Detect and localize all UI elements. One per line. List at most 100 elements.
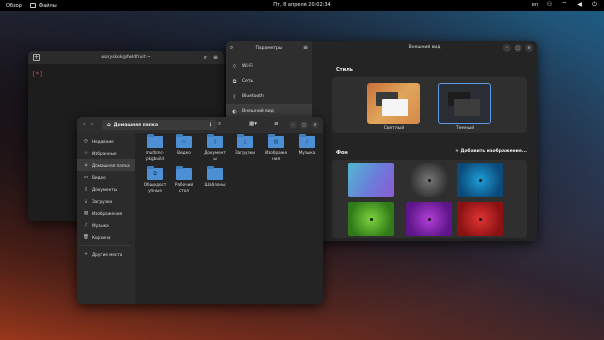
dark-style-option[interactable] — [438, 83, 491, 124]
search-icon[interactable]: ⌕ — [218, 121, 221, 128]
sidebar-item-other-places[interactable]: + Другие места — [77, 248, 135, 260]
plus-icon: + — [84, 251, 88, 257]
wallpaper-option[interactable] — [406, 202, 452, 236]
folder-name: Изображе ния — [264, 150, 288, 161]
menu-icon[interactable]: ≡ — [303, 44, 308, 51]
sidebar-item-trash[interactable]: 🗑 Корзина — [77, 231, 135, 243]
templates-folder-icon — [207, 166, 223, 180]
sidebar-item-music[interactable]: ♪ Музыка — [77, 219, 135, 231]
folder-item[interactable]: ▨ Изображе ния — [262, 134, 290, 161]
sidebar-item-recent[interactable]: ◷ Недавние — [77, 135, 135, 147]
back-button[interactable]: ‹ — [83, 121, 85, 128]
settings-item-wifi[interactable]: ⌔ Wi-Fi — [226, 59, 312, 74]
wallpaper-option[interactable] — [457, 202, 503, 236]
settings-item-label: Сеть — [242, 79, 254, 84]
close-button[interactable]: ✕ — [525, 44, 533, 52]
view-options-icon[interactable]: ▦▾ — [249, 121, 257, 127]
desktop-folder-icon — [176, 166, 192, 180]
network-icon[interactable]: ⌔ — [561, 1, 568, 8]
settings-item-network[interactable]: ⧉ Сеть — [226, 74, 312, 89]
lang-indicator[interactable]: en — [532, 2, 538, 8]
folder-item[interactable]: ♪ Музыка — [293, 134, 321, 156]
style-section-label: Стиль — [336, 67, 353, 73]
sidebar-item-label: Другие места — [92, 251, 123, 257]
menu-icon[interactable]: ≡ — [213, 54, 218, 61]
settings-item-label: Внешний вид — [242, 109, 274, 114]
sidebar-item-label: Музыка — [92, 222, 109, 228]
wallpaper-option[interactable] — [406, 163, 452, 197]
minimize-button[interactable]: – — [503, 44, 511, 52]
menu-icon[interactable]: ≡ — [274, 121, 279, 127]
sidebar-item-label: Избранные — [92, 150, 117, 156]
downloads-folder-icon: ⤓ — [237, 134, 253, 148]
activities-button[interactable]: Обзор — [6, 3, 22, 9]
documents-folder-icon: ▯ — [207, 134, 223, 148]
app-name: Файлы — [38, 2, 57, 9]
public-folder-icon: ⧉ — [147, 166, 163, 180]
files-app-icon — [29, 3, 36, 8]
style-card: Светлый Темный — [332, 77, 527, 133]
sidebar-item-downloads[interactable]: ⤓ Загрузки — [77, 195, 135, 207]
music-icon: ♪ — [84, 222, 88, 228]
settings-title: Параметры — [255, 45, 283, 51]
home-icon: ⌂ — [107, 122, 111, 128]
close-button[interactable]: ✕ — [311, 121, 319, 129]
sidebar-item-videos[interactable]: ▭ Видео — [77, 171, 135, 183]
wallpaper-option[interactable] — [348, 202, 394, 236]
network-icon: ⧉ — [232, 78, 237, 85]
folder-name: Видео — [177, 150, 191, 155]
wallpaper-option[interactable] — [348, 163, 394, 197]
search-icon[interactable]: ⌕ — [204, 54, 207, 62]
folder-name: Шаблоны — [204, 182, 226, 187]
folder-item[interactable]: Рабочий стол — [170, 166, 198, 193]
sidebar-item-documents[interactable]: ▯ Документы — [77, 183, 135, 195]
maximize-button[interactable]: □ — [300, 121, 308, 129]
settings-main: Внешний вид – □ ✕ Стиль Светлый Темный Ф… — [312, 41, 537, 241]
accessibility-icon[interactable]: ⚇ — [546, 1, 553, 8]
star-icon: ☆ — [83, 150, 89, 156]
maximize-button[interactable]: □ — [514, 44, 522, 52]
wallpaper-grid — [332, 160, 527, 238]
settings-item-bluetooth[interactable]: ᛒ Bluetooth — [226, 89, 312, 104]
light-style-option[interactable] — [367, 83, 420, 124]
sidebar-item-label: Домашняя папка — [92, 162, 130, 168]
folder-item[interactable]: ⧉ Общедост упные — [141, 166, 169, 193]
sidebar-item-pictures[interactable]: ▨ Изображения — [77, 207, 135, 219]
light-style-label: Светлый — [383, 126, 405, 131]
folder-item[interactable]: ▯ Документ ы — [201, 134, 229, 161]
app-menu[interactable]: Файлы — [29, 2, 57, 9]
folder-name: Документ ы — [204, 150, 226, 161]
wallpaper-option[interactable] — [457, 163, 503, 197]
background-section-label: Фон — [336, 150, 348, 156]
more-icon[interactable]: ⋮ — [208, 122, 213, 128]
path-bar[interactable]: ⌂ Домашняя папка ⋮ — [102, 120, 217, 130]
appearance-icon: ◐ — [232, 108, 237, 115]
forward-button[interactable]: › — [91, 121, 93, 128]
video-folder-icon: ▭ — [176, 134, 192, 148]
wifi-icon: ⌔ — [232, 63, 237, 70]
folder-item[interactable]: multimc- pkgbuild — [141, 134, 169, 161]
document-icon: ▯ — [84, 186, 88, 192]
settings-item-label: Wi-Fi — [242, 64, 253, 69]
settings-main-header: Внешний вид – □ ✕ — [312, 41, 537, 55]
sidebar-item-starred[interactable]: ☆ Избранные — [77, 147, 135, 159]
path-label: Домашняя папка — [113, 122, 158, 128]
sidebar-item-label: Изображения — [92, 210, 123, 216]
volume-icon[interactable]: ◀ — [576, 1, 583, 8]
search-icon[interactable]: ⌕ — [230, 44, 233, 52]
power-icon[interactable]: ⏻ — [591, 1, 598, 8]
add-image-button[interactable]: + Добавить изображение... — [455, 149, 527, 154]
settings-page-title: Внешний вид — [408, 45, 441, 50]
sidebar-item-label: Видео — [92, 174, 106, 180]
minimize-button[interactable]: – — [289, 121, 297, 129]
folder-name: Рабочий стол — [174, 182, 194, 193]
files-window: ‹ › ⌂ Домашняя папка ⋮ ⌕ ▦▾ ≡ – □ ✕ ◷ Нед… — [77, 117, 323, 304]
clock[interactable]: Пт, 8 апреля 20:02:34 — [273, 2, 330, 8]
sidebar-item-home[interactable]: ⌂ Домашняя папка — [77, 159, 135, 171]
terminal-prompt[interactable]: [*] — [32, 71, 43, 78]
folder-name: Музыка — [298, 150, 316, 155]
folder-item[interactable]: ⤓ Загрузки — [231, 134, 259, 156]
folder-item[interactable]: ▭ Видео — [170, 134, 198, 156]
video-icon: ▭ — [83, 174, 89, 180]
folder-item[interactable]: Шаблоны — [201, 166, 229, 188]
